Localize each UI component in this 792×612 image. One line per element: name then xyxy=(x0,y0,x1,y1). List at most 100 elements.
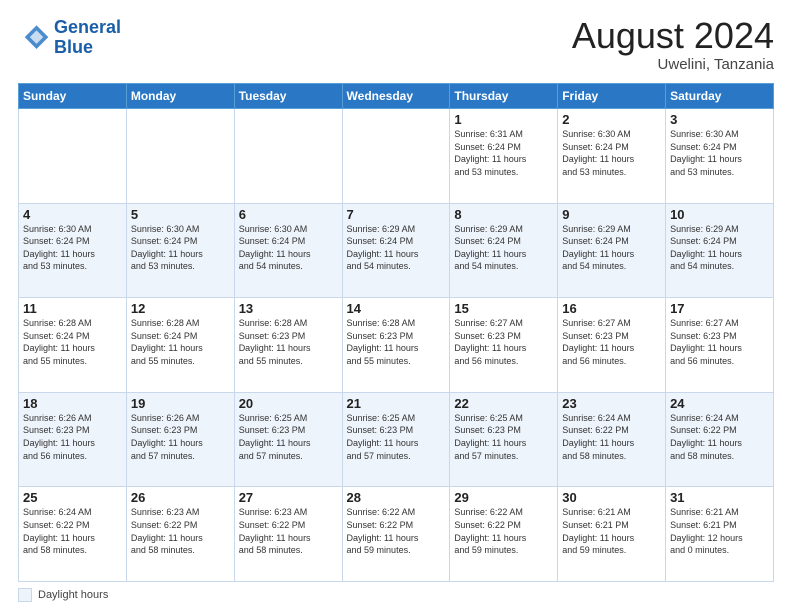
day-info-10: Sunrise: 6:29 AM Sunset: 6:24 PM Dayligh… xyxy=(670,223,769,273)
day-cell-20: 20Sunrise: 6:25 AM Sunset: 6:23 PM Dayli… xyxy=(234,392,342,487)
day-number-12: 12 xyxy=(131,301,230,316)
day-number-25: 25 xyxy=(23,490,122,505)
day-number-8: 8 xyxy=(454,207,553,222)
day-number-26: 26 xyxy=(131,490,230,505)
dow-header-thursday: Thursday xyxy=(450,84,558,109)
empty-cell xyxy=(234,109,342,204)
footer-label: Daylight hours xyxy=(38,589,108,601)
day-info-20: Sunrise: 6:25 AM Sunset: 6:23 PM Dayligh… xyxy=(239,412,338,462)
day-cell-12: 12Sunrise: 6:28 AM Sunset: 6:24 PM Dayli… xyxy=(126,298,234,393)
week-row-3: 11Sunrise: 6:28 AM Sunset: 6:24 PM Dayli… xyxy=(19,298,774,393)
day-cell-18: 18Sunrise: 6:26 AM Sunset: 6:23 PM Dayli… xyxy=(19,392,127,487)
day-cell-2: 2Sunrise: 6:30 AM Sunset: 6:24 PM Daylig… xyxy=(558,109,666,204)
day-info-16: Sunrise: 6:27 AM Sunset: 6:23 PM Dayligh… xyxy=(562,317,661,367)
day-info-26: Sunrise: 6:23 AM Sunset: 6:22 PM Dayligh… xyxy=(131,506,230,556)
day-cell-25: 25Sunrise: 6:24 AM Sunset: 6:22 PM Dayli… xyxy=(19,487,127,582)
day-number-9: 9 xyxy=(562,207,661,222)
day-info-24: Sunrise: 6:24 AM Sunset: 6:22 PM Dayligh… xyxy=(670,412,769,462)
day-info-30: Sunrise: 6:21 AM Sunset: 6:21 PM Dayligh… xyxy=(562,506,661,556)
day-cell-31: 31Sunrise: 6:21 AM Sunset: 6:21 PM Dayli… xyxy=(666,487,774,582)
header: GeneralBlue August 2024 Uwelini, Tanzani… xyxy=(18,18,774,73)
day-info-11: Sunrise: 6:28 AM Sunset: 6:24 PM Dayligh… xyxy=(23,317,122,367)
logo-icon xyxy=(18,22,50,54)
location-subtitle: Uwelini, Tanzania xyxy=(572,56,774,73)
day-number-20: 20 xyxy=(239,396,338,411)
calendar-table: SundayMondayTuesdayWednesdayThursdayFrid… xyxy=(18,83,774,582)
day-cell-9: 9Sunrise: 6:29 AM Sunset: 6:24 PM Daylig… xyxy=(558,203,666,298)
day-cell-14: 14Sunrise: 6:28 AM Sunset: 6:23 PM Dayli… xyxy=(342,298,450,393)
day-cell-28: 28Sunrise: 6:22 AM Sunset: 6:22 PM Dayli… xyxy=(342,487,450,582)
dow-header-tuesday: Tuesday xyxy=(234,84,342,109)
dow-header-sunday: Sunday xyxy=(19,84,127,109)
day-cell-1: 1Sunrise: 6:31 AM Sunset: 6:24 PM Daylig… xyxy=(450,109,558,204)
day-info-4: Sunrise: 6:30 AM Sunset: 6:24 PM Dayligh… xyxy=(23,223,122,273)
day-number-16: 16 xyxy=(562,301,661,316)
day-cell-17: 17Sunrise: 6:27 AM Sunset: 6:23 PM Dayli… xyxy=(666,298,774,393)
logo-line1: GeneralBlue xyxy=(54,18,121,58)
day-number-29: 29 xyxy=(454,490,553,505)
day-info-5: Sunrise: 6:30 AM Sunset: 6:24 PM Dayligh… xyxy=(131,223,230,273)
empty-cell xyxy=(126,109,234,204)
day-cell-27: 27Sunrise: 6:23 AM Sunset: 6:22 PM Dayli… xyxy=(234,487,342,582)
day-info-6: Sunrise: 6:30 AM Sunset: 6:24 PM Dayligh… xyxy=(239,223,338,273)
day-info-8: Sunrise: 6:29 AM Sunset: 6:24 PM Dayligh… xyxy=(454,223,553,273)
day-cell-5: 5Sunrise: 6:30 AM Sunset: 6:24 PM Daylig… xyxy=(126,203,234,298)
footer-swatch xyxy=(18,588,32,602)
day-info-31: Sunrise: 6:21 AM Sunset: 6:21 PM Dayligh… xyxy=(670,506,769,556)
day-cell-7: 7Sunrise: 6:29 AM Sunset: 6:24 PM Daylig… xyxy=(342,203,450,298)
day-info-22: Sunrise: 6:25 AM Sunset: 6:23 PM Dayligh… xyxy=(454,412,553,462)
day-number-18: 18 xyxy=(23,396,122,411)
logo: GeneralBlue xyxy=(18,18,121,58)
day-cell-29: 29Sunrise: 6:22 AM Sunset: 6:22 PM Dayli… xyxy=(450,487,558,582)
day-cell-15: 15Sunrise: 6:27 AM Sunset: 6:23 PM Dayli… xyxy=(450,298,558,393)
day-number-17: 17 xyxy=(670,301,769,316)
day-cell-23: 23Sunrise: 6:24 AM Sunset: 6:22 PM Dayli… xyxy=(558,392,666,487)
day-number-22: 22 xyxy=(454,396,553,411)
day-number-14: 14 xyxy=(347,301,446,316)
day-number-3: 3 xyxy=(670,112,769,127)
empty-cell xyxy=(342,109,450,204)
week-row-1: 1Sunrise: 6:31 AM Sunset: 6:24 PM Daylig… xyxy=(19,109,774,204)
day-info-19: Sunrise: 6:26 AM Sunset: 6:23 PM Dayligh… xyxy=(131,412,230,462)
day-cell-26: 26Sunrise: 6:23 AM Sunset: 6:22 PM Dayli… xyxy=(126,487,234,582)
empty-cell xyxy=(19,109,127,204)
day-info-13: Sunrise: 6:28 AM Sunset: 6:23 PM Dayligh… xyxy=(239,317,338,367)
page: GeneralBlue August 2024 Uwelini, Tanzani… xyxy=(0,0,792,612)
day-info-29: Sunrise: 6:22 AM Sunset: 6:22 PM Dayligh… xyxy=(454,506,553,556)
day-cell-8: 8Sunrise: 6:29 AM Sunset: 6:24 PM Daylig… xyxy=(450,203,558,298)
day-info-14: Sunrise: 6:28 AM Sunset: 6:23 PM Dayligh… xyxy=(347,317,446,367)
day-cell-16: 16Sunrise: 6:27 AM Sunset: 6:23 PM Dayli… xyxy=(558,298,666,393)
day-info-3: Sunrise: 6:30 AM Sunset: 6:24 PM Dayligh… xyxy=(670,128,769,178)
day-number-30: 30 xyxy=(562,490,661,505)
day-number-13: 13 xyxy=(239,301,338,316)
day-cell-6: 6Sunrise: 6:30 AM Sunset: 6:24 PM Daylig… xyxy=(234,203,342,298)
day-cell-24: 24Sunrise: 6:24 AM Sunset: 6:22 PM Dayli… xyxy=(666,392,774,487)
day-number-21: 21 xyxy=(347,396,446,411)
day-number-24: 24 xyxy=(670,396,769,411)
day-cell-21: 21Sunrise: 6:25 AM Sunset: 6:23 PM Dayli… xyxy=(342,392,450,487)
dow-header-monday: Monday xyxy=(126,84,234,109)
day-number-5: 5 xyxy=(131,207,230,222)
day-cell-22: 22Sunrise: 6:25 AM Sunset: 6:23 PM Dayli… xyxy=(450,392,558,487)
week-row-5: 25Sunrise: 6:24 AM Sunset: 6:22 PM Dayli… xyxy=(19,487,774,582)
month-title: August 2024 xyxy=(572,18,774,54)
day-info-12: Sunrise: 6:28 AM Sunset: 6:24 PM Dayligh… xyxy=(131,317,230,367)
day-number-28: 28 xyxy=(347,490,446,505)
day-info-2: Sunrise: 6:30 AM Sunset: 6:24 PM Dayligh… xyxy=(562,128,661,178)
day-info-21: Sunrise: 6:25 AM Sunset: 6:23 PM Dayligh… xyxy=(347,412,446,462)
day-info-17: Sunrise: 6:27 AM Sunset: 6:23 PM Dayligh… xyxy=(670,317,769,367)
day-info-23: Sunrise: 6:24 AM Sunset: 6:22 PM Dayligh… xyxy=(562,412,661,462)
day-number-1: 1 xyxy=(454,112,553,127)
day-number-2: 2 xyxy=(562,112,661,127)
day-info-18: Sunrise: 6:26 AM Sunset: 6:23 PM Dayligh… xyxy=(23,412,122,462)
week-row-2: 4Sunrise: 6:30 AM Sunset: 6:24 PM Daylig… xyxy=(19,203,774,298)
day-cell-3: 3Sunrise: 6:30 AM Sunset: 6:24 PM Daylig… xyxy=(666,109,774,204)
day-number-15: 15 xyxy=(454,301,553,316)
day-number-6: 6 xyxy=(239,207,338,222)
dow-header-saturday: Saturday xyxy=(666,84,774,109)
day-info-28: Sunrise: 6:22 AM Sunset: 6:22 PM Dayligh… xyxy=(347,506,446,556)
day-number-7: 7 xyxy=(347,207,446,222)
day-cell-30: 30Sunrise: 6:21 AM Sunset: 6:21 PM Dayli… xyxy=(558,487,666,582)
day-cell-13: 13Sunrise: 6:28 AM Sunset: 6:23 PM Dayli… xyxy=(234,298,342,393)
dow-header-friday: Friday xyxy=(558,84,666,109)
